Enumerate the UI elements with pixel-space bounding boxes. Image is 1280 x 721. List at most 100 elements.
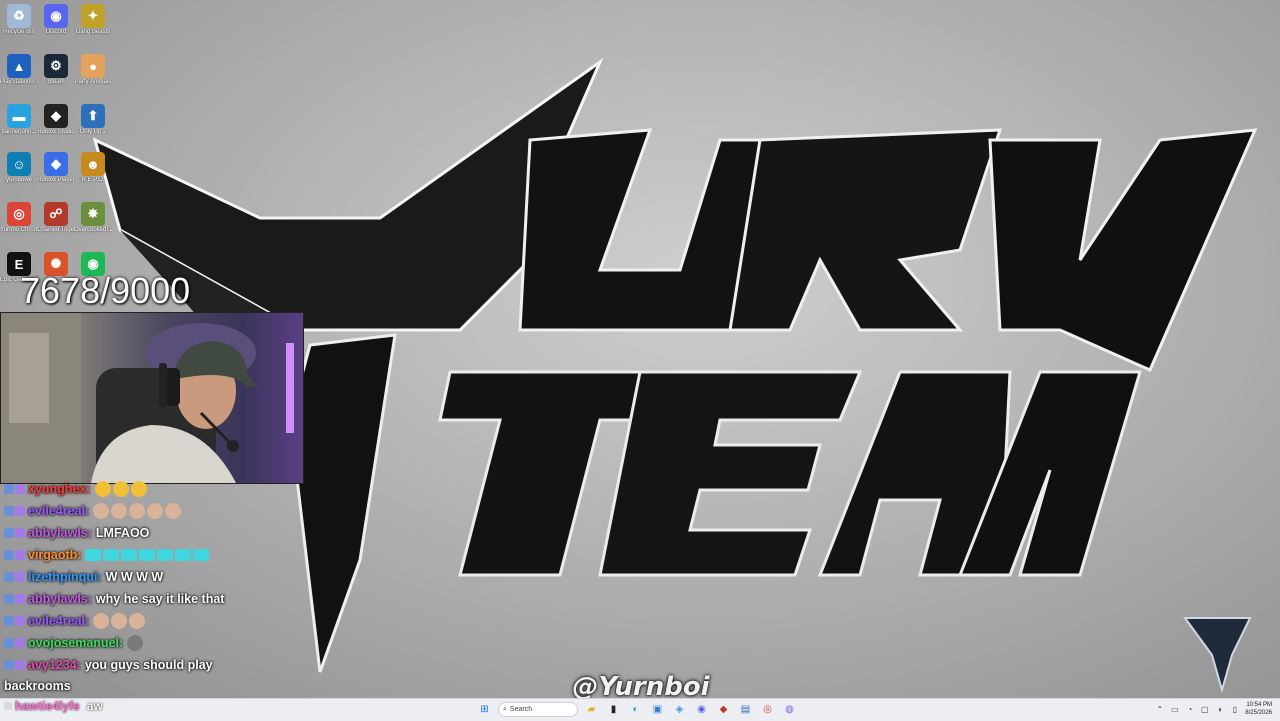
chat-row: evile4real: bbox=[4, 610, 304, 632]
desktop-icon-label: R.E.P.O. bbox=[81, 177, 105, 183]
taskbar-discord[interactable]: ◉ bbox=[693, 701, 710, 718]
emote-icon bbox=[121, 549, 138, 561]
chat-username[interactable]: abbylawls: bbox=[28, 588, 92, 610]
desktop-icon[interactable]: ☻ R.E.P.O. bbox=[74, 150, 112, 198]
badge-icon bbox=[4, 528, 14, 538]
battery-icon[interactable]: ▯ bbox=[1230, 705, 1239, 714]
emote-icon bbox=[165, 503, 182, 519]
emote-icon bbox=[147, 503, 164, 519]
desktop-icon[interactable]: ✦ Gang Beasts bbox=[74, 2, 112, 50]
emote-icon bbox=[94, 481, 111, 497]
chat-username[interactable]: ovojosemanuel: bbox=[28, 632, 123, 654]
taskbar-photos[interactable]: ◈ bbox=[671, 701, 688, 718]
chat-username[interactable]: evile4real: bbox=[28, 500, 89, 522]
chevron-up-icon[interactable]: ⌃ bbox=[1155, 705, 1164, 714]
badge-icon bbox=[4, 594, 14, 604]
desktop-icon-label: Roblox Player bbox=[37, 177, 75, 183]
desktop-icon[interactable]: ✸ Overcooked! 2 bbox=[74, 200, 112, 248]
network-icon[interactable]: ◔ bbox=[1185, 705, 1194, 714]
repo-icon: ☻ bbox=[81, 152, 105, 176]
desktop-icon[interactable]: ☺ yurnbowe bbox=[0, 150, 38, 198]
badge-icon bbox=[15, 594, 25, 604]
chat-message-continuation: backrooms bbox=[4, 679, 71, 693]
watermark-text: @Yurnboi bbox=[572, 672, 710, 698]
emote-icon bbox=[175, 549, 192, 561]
taskbar-chrome[interactable]: ◎ bbox=[759, 701, 776, 718]
clock[interactable]: 10:54 PM 8/25/2026 bbox=[1245, 701, 1272, 717]
desktop-icon[interactable]: ⬆ Only Up 2 bbox=[74, 102, 112, 150]
store-icon: ▣ bbox=[652, 704, 663, 715]
stream-chat: xyunghex: evile4real: abbylawls: LMFAOO virg… bbox=[4, 478, 304, 696]
steam-icon: ⚙ bbox=[44, 54, 68, 78]
chat-username[interactable]: xyunghex: bbox=[28, 478, 91, 500]
streamer-video bbox=[1, 313, 294, 483]
badge-icon bbox=[4, 638, 14, 648]
desktop-icon-label: Steam bbox=[47, 79, 65, 85]
volume-icon[interactable]: ◖ bbox=[1215, 705, 1224, 714]
desktop-icon[interactable]: ◆ Roblox Player bbox=[37, 150, 75, 198]
chat-username[interactable]: abbylawls: bbox=[28, 522, 92, 544]
emote-icon bbox=[129, 613, 146, 629]
desktop-icon-label: Roblox Studio bbox=[37, 129, 75, 135]
desktop-icon-label: Gang Beasts bbox=[75, 29, 111, 35]
badge-icon bbox=[15, 528, 25, 538]
taskbar-file-explorer[interactable]: ▰ bbox=[583, 701, 600, 718]
printer-icon[interactable]: ▭ bbox=[1170, 705, 1179, 714]
desktop-icon-label: PlayStation® Accessories bbox=[0, 79, 38, 85]
emote-icon bbox=[111, 613, 128, 629]
taskbar-terminal[interactable]: ▮ bbox=[605, 701, 622, 718]
taskbar-app[interactable]: ▤ bbox=[737, 701, 754, 718]
desktop-icon[interactable]: ▬ bannerjohn... bbox=[0, 102, 38, 150]
taskbar-edge[interactable]: ◐ bbox=[627, 701, 644, 718]
desktop-icon[interactable]: ▲PlayStation® Accessories bbox=[0, 52, 38, 100]
taskbar-store[interactable]: ▣ bbox=[649, 701, 666, 718]
badge-icon bbox=[15, 550, 25, 560]
chat-badges bbox=[4, 528, 25, 538]
chrome-icon: ◎ bbox=[7, 202, 31, 226]
taskbar-obs[interactable]: ◍ bbox=[781, 701, 798, 718]
search-icon: ⌕ bbox=[503, 705, 507, 713]
desktop-icon[interactable]: ⚙ Steam bbox=[37, 52, 75, 100]
desktop-icon-label: Party Animals bbox=[74, 79, 112, 85]
badge-icon bbox=[4, 572, 14, 582]
chat-badges bbox=[4, 616, 25, 626]
chat-row: lizethpinqui: W W W W bbox=[4, 566, 304, 588]
chat-username[interactable]: virgaotb: bbox=[28, 544, 81, 566]
chat-row: xyunghex: bbox=[4, 478, 304, 500]
chat-message: LMFAOO bbox=[95, 526, 150, 540]
system-tray: ⌃ ▭ ◔ ▢ ◖ ▯ 10:54 PM 8/25/2026 bbox=[1155, 701, 1272, 717]
desktop-icon[interactable]: ◆ Roblox Studio bbox=[37, 102, 75, 150]
roblox-studio-icon: ◆ bbox=[44, 104, 68, 128]
chat-message: you guys should play bbox=[84, 658, 213, 672]
playstation-icon: ▲ bbox=[7, 54, 31, 78]
chat-badges bbox=[4, 572, 25, 582]
badge-icon bbox=[15, 484, 25, 494]
display-icon[interactable]: ▢ bbox=[1200, 705, 1209, 714]
photos-icon: ◈ bbox=[675, 704, 684, 715]
chat-username[interactable]: avy1234: bbox=[28, 654, 81, 676]
desktop-icon[interactable]: ◎ Yurnbo Chrome bbox=[0, 200, 38, 248]
taskbar-roblox[interactable]: ◆ bbox=[715, 701, 732, 718]
chat-message: W W W W bbox=[105, 570, 164, 584]
badge-icon bbox=[4, 484, 14, 494]
desktop-icon[interactable]: ♻ Recycle Bin bbox=[0, 2, 38, 50]
desktop-icon[interactable]: ☍Chained Together bbox=[37, 200, 75, 248]
desktop-icon[interactable]: ● Party Animals bbox=[74, 52, 112, 100]
chat-row: evile4real: bbox=[4, 500, 304, 522]
taskbar-search[interactable]: ⌕ Search bbox=[498, 702, 578, 717]
taskbar-start-button[interactable]: ⊞ bbox=[476, 701, 493, 718]
badge-icon bbox=[15, 638, 25, 648]
chat-username[interactable]: hawtie4lyfe bbox=[15, 699, 80, 713]
chat-username[interactable]: evile4real: bbox=[28, 610, 89, 632]
desktop-icon-label: Chained Together bbox=[37, 227, 75, 233]
edge-icon: ◐ bbox=[632, 704, 639, 715]
clock-date: 8/25/2026 bbox=[1245, 710, 1272, 716]
chat-row: virgaotb: bbox=[4, 544, 304, 566]
chat-username[interactable]: lizethpinqui: bbox=[28, 566, 102, 588]
clock-time: 10:54 PM bbox=[1246, 702, 1272, 708]
windows-icon: ⊞ bbox=[480, 704, 489, 715]
emote-icon bbox=[103, 549, 120, 561]
chat-row: abbylawls: LMFAOO bbox=[4, 522, 304, 544]
desktop-icon[interactable]: ◉ Discord bbox=[37, 2, 75, 50]
roblox-player-icon: ◆ bbox=[44, 152, 68, 176]
